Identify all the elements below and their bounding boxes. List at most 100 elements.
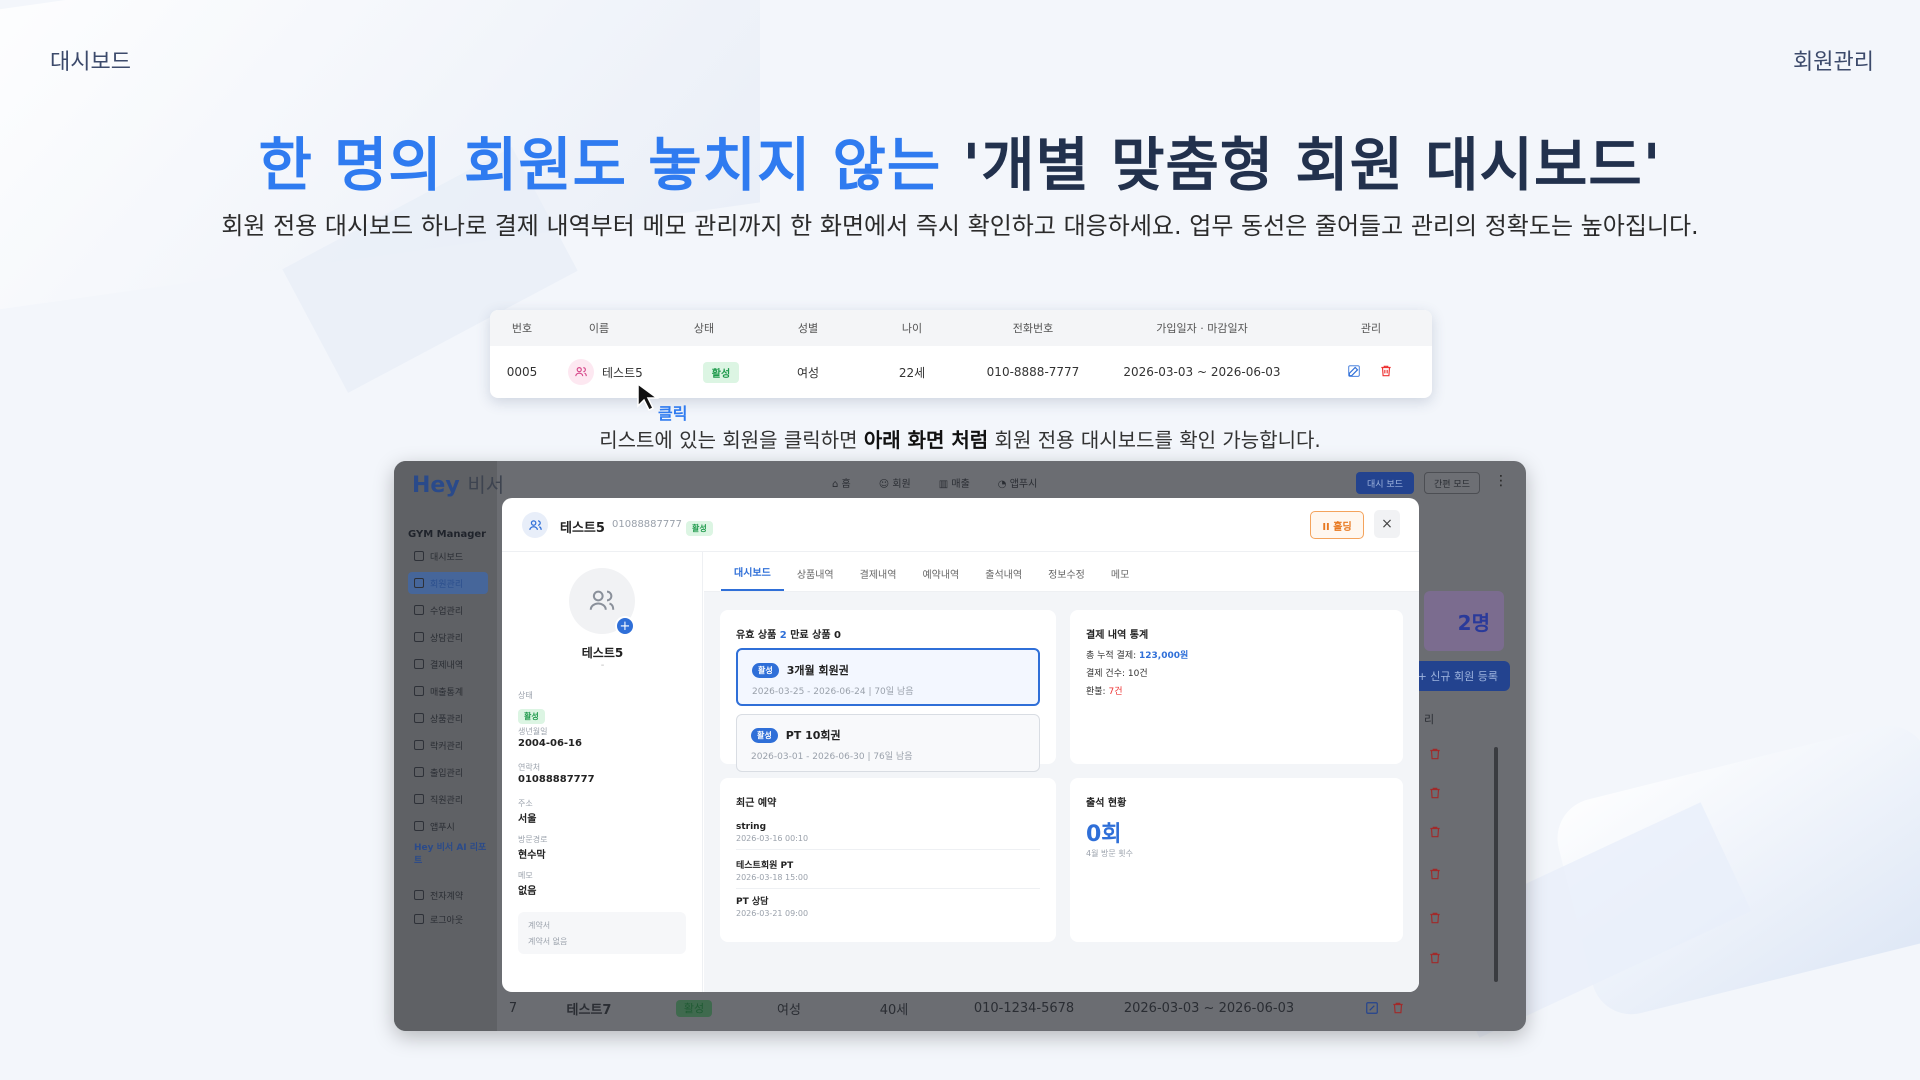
trash-icon[interactable] xyxy=(1428,786,1442,800)
top-nav: ⌂ 홈 ☺ 회원 ▥ 매출 ◔ 앱푸시 xyxy=(832,475,1037,490)
close-icon[interactable]: × xyxy=(1374,510,1400,538)
cell-gender: 여성 xyxy=(796,365,820,380)
payment-stats-title: 결제 내역 통계 xyxy=(1086,630,1149,641)
sidebar-item-ai-report[interactable]: Hey 비서 AI 리포트 xyxy=(408,842,488,866)
attendance-value: 0회 xyxy=(1086,822,1122,847)
th-gender: 성별 xyxy=(797,322,819,335)
tab-payments[interactable]: 결제내역 xyxy=(847,566,910,591)
profile-name: 테스트5 xyxy=(581,646,624,660)
trash-icon[interactable] xyxy=(1428,825,1442,839)
tag-icon xyxy=(414,713,424,723)
products-title: 유효 상품 2 만료 상품 0 xyxy=(736,626,841,641)
tab-attendance[interactable]: 출석내역 xyxy=(972,566,1035,591)
product-name: 3개월 회원권 xyxy=(786,664,849,677)
field-label-memo: 메모 xyxy=(518,871,533,880)
sidebar-item-products[interactable]: 상품관리 xyxy=(408,707,488,729)
nav-label: 앱푸시 xyxy=(1009,479,1038,490)
nav-sales[interactable]: ▥ 매출 xyxy=(939,475,970,490)
sidebar-item-payments[interactable]: 결제내역 xyxy=(408,653,488,675)
trash-icon[interactable] xyxy=(1428,951,1442,965)
users-icon xyxy=(414,578,424,588)
add-photo-icon[interactable]: + xyxy=(615,616,635,636)
nav-push[interactable]: ◔ 앱푸시 xyxy=(998,475,1038,490)
field-value-status: 활성 xyxy=(518,704,545,724)
cell-status: 활성 xyxy=(649,1000,739,1017)
new-member-button[interactable]: + 신규 회원 등록 xyxy=(1414,661,1510,691)
sidebar-item-dashboard[interactable]: 대시보드 xyxy=(408,545,488,567)
sidebar-item-access[interactable]: 출입관리 xyxy=(408,761,488,783)
tab-reservations[interactable]: 예약내역 xyxy=(909,566,972,591)
cell-name: 테스트7 xyxy=(566,1002,612,1018)
cell-manage xyxy=(1310,364,1432,380)
payment-refund: 환불: 7건 xyxy=(1086,684,1122,697)
sidebar-item-lockers[interactable]: 락커관리 xyxy=(408,734,488,756)
click-label: 클릭 xyxy=(658,404,688,423)
trash-icon[interactable] xyxy=(1428,747,1442,761)
cell-age: 40세 xyxy=(879,1002,909,1018)
payment-total-label: 총 누적 결제: xyxy=(1086,651,1140,661)
sidebar-item-consult[interactable]: 상담관리 xyxy=(408,626,488,648)
modal-header: 테스트5 01088887777 활성 II 홀딩 × xyxy=(502,498,1419,552)
th-no: 번호 xyxy=(511,322,533,335)
trash-icon[interactable] xyxy=(1428,867,1442,881)
hold-button[interactable]: II 홀딩 xyxy=(1310,511,1364,539)
sidebar-item-logout[interactable]: 로그아웃 xyxy=(408,908,488,930)
product-card[interactable]: 활성 3개월 회원권 2026-03-25 - 2026-06-24 | 70일 … xyxy=(736,648,1040,706)
edit-icon[interactable] xyxy=(1365,1001,1379,1015)
member-name[interactable]: 테스트5 xyxy=(602,364,643,381)
sidebar-item-contract[interactable]: 전자계약 xyxy=(408,884,488,906)
trash-icon[interactable] xyxy=(1379,364,1395,380)
field-label-status: 상태 xyxy=(518,691,533,700)
reservation-item[interactable]: PT 상담 2026-03-21 09:00 xyxy=(736,894,1040,924)
scrollbar[interactable] xyxy=(1494,747,1498,982)
reservation-item[interactable]: 테스트회원 PT 2026-03-18 15:00 xyxy=(736,858,1040,889)
section-label-member: 회원관리 xyxy=(1793,50,1874,75)
reservations-panel: 최근 예약 string 2026-03-16 00:10 테스트회원 PT 2… xyxy=(720,778,1056,942)
status-badge: 활성 xyxy=(751,727,778,743)
edit-icon[interactable] xyxy=(1347,364,1363,380)
reservation-name: PT 상담 xyxy=(736,897,769,907)
chat-icon xyxy=(414,632,424,642)
logo-main: Hey xyxy=(412,473,460,498)
modal-status: 활성 xyxy=(686,516,713,536)
tab-products[interactable]: 상품내역 xyxy=(784,566,847,591)
product-dates: 2026-03-01 - 2026-06-30 | 76일 남음 xyxy=(751,752,913,762)
modal-tabs: 대시보드 상품내역 결제내역 예약내역 출석내역 정보수정 메모 xyxy=(704,552,1419,592)
status-badge: 활성 xyxy=(686,521,713,536)
sidebar-item-members[interactable]: 회원관리 xyxy=(408,572,488,594)
nav-members[interactable]: ☺ 회원 xyxy=(879,475,911,490)
sidebar-item-label: 수업관리 xyxy=(430,606,464,617)
cell-gender: 여성 xyxy=(777,1002,801,1018)
tab-dashboard[interactable]: 대시보드 xyxy=(721,564,784,591)
field-value-phone: 01088887777 xyxy=(518,774,595,785)
grid-icon xyxy=(414,551,424,561)
reservation-item[interactable]: string 2026-03-16 00:10 xyxy=(736,822,1040,850)
bell-icon xyxy=(414,821,424,831)
table-row[interactable]: 0005 테스트5 활성 여성 22세 010-8888-7777 2026-0… xyxy=(490,346,1432,398)
th-age: 나이 xyxy=(901,322,923,335)
nav-home[interactable]: ⌂ 홈 xyxy=(832,475,851,490)
product-card[interactable]: 활성 PT 10회권 2026-03-01 - 2026-06-30 | 76일 … xyxy=(736,714,1040,772)
sidebar-item-label: 상품관리 xyxy=(430,714,464,725)
sidebar-item-staff[interactable]: 직원관리 xyxy=(408,788,488,810)
trash-icon[interactable] xyxy=(1428,911,1442,925)
tab-edit-info[interactable]: 정보수정 xyxy=(1035,566,1098,591)
dashboard-mode-button[interactable]: 대시 보드 xyxy=(1356,472,1414,494)
sidebar-item-sales-stats[interactable]: 매출통계 xyxy=(408,680,488,702)
sidebar-item-label: 전자계약 xyxy=(430,891,464,902)
member-profile-panel: + 테스트5 - 상태 활성 생년월일 2004-06-16 연락처 01088… xyxy=(502,552,703,992)
simple-mode-button[interactable]: 간편 모드 xyxy=(1424,472,1480,494)
headline: 한 명의 회원도 놓치지 않는 '개별 맞춤형 회원 대시보드' xyxy=(0,118,1920,202)
th-phone: 전화번호 xyxy=(1012,322,1054,335)
field-value-visit-route: 현수막 xyxy=(518,850,546,861)
payment-count: 결제 건수: 10건 xyxy=(1086,669,1148,679)
table-header: 번호 이름 상태 성별 나이 전화번호 가입일자 · 마감일자 관리 xyxy=(490,310,1432,346)
sidebar-item-push[interactable]: 앱푸시 xyxy=(408,815,488,837)
table-row[interactable]: 7 테스트7 활성 여성 40세 010-1234-5678 2026-03-0… xyxy=(497,993,1497,1023)
product-name: PT 10회권 xyxy=(785,729,841,742)
field-value-birth: 2004-06-16 xyxy=(518,738,582,749)
tab-memo[interactable]: 메모 xyxy=(1098,566,1142,591)
sidebar-item-classes[interactable]: 수업관리 xyxy=(408,599,488,621)
trash-icon[interactable] xyxy=(1391,1001,1405,1015)
more-vertical-icon[interactable]: ⋮ xyxy=(1494,473,1508,489)
